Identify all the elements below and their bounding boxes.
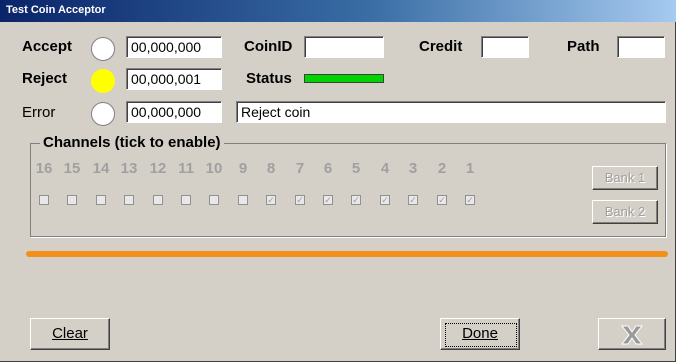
channel-checkbox-10[interactable] (209, 195, 219, 205)
channel-checkbox-15[interactable] (67, 195, 77, 205)
channel-checkbox-9[interactable] (238, 195, 248, 205)
channel-number-9: 9 (238, 160, 248, 177)
channel-checkbox-1[interactable]: ✓ (465, 195, 475, 205)
channel-checkbox-6[interactable]: ✓ (323, 195, 333, 205)
channel-checkbox-3[interactable]: ✓ (408, 195, 418, 205)
channel-checkbox-12[interactable] (153, 195, 163, 205)
channel-number-3: 3 (408, 160, 418, 177)
channel-number-15: 15 (63, 160, 81, 177)
path-field (617, 36, 665, 58)
x-icon (620, 325, 644, 345)
channel-number-5: 5 (351, 160, 361, 177)
channel-number-10: 10 (205, 160, 223, 177)
channel-number-4: 4 (380, 160, 390, 177)
accept-label: Accept (22, 38, 73, 55)
bank1-button[interactable]: Bank 1 (592, 166, 658, 190)
status-label: Status (246, 70, 292, 87)
channel-number-13: 13 (120, 160, 138, 177)
channels-group-title: Channels (tick to enable) (40, 134, 224, 151)
title-bar[interactable]: Test Coin Acceptor (0, 0, 676, 22)
error-label: Error (22, 104, 56, 121)
accept-count-field: 00,000,000 (126, 36, 222, 58)
channel-checkbox-13[interactable] (124, 195, 134, 205)
bank2-button[interactable]: Bank 2 (592, 200, 658, 224)
done-button[interactable]: Done (440, 318, 520, 350)
channel-checkbox-14[interactable] (96, 195, 106, 205)
channel-number-1: 1 (465, 160, 475, 177)
reject-label: Reject (22, 70, 68, 87)
channel-number-14: 14 (92, 160, 110, 177)
reject-lamp (91, 69, 115, 93)
error-count-field: 00,000,000 (126, 101, 222, 123)
path-label: Path (567, 38, 600, 55)
reject-count-field: 00,000,001 (126, 68, 222, 90)
channel-checkbox-7[interactable]: ✓ (295, 195, 305, 205)
progress-bar (26, 251, 668, 257)
accept-lamp (91, 37, 115, 61)
channel-number-7: 7 (295, 160, 305, 177)
channel-checkbox-2[interactable]: ✓ (437, 195, 447, 205)
channel-checkbox-8[interactable]: ✓ (266, 195, 276, 205)
test-coin-acceptor-window: Test Coin Acceptor Accept 00,000,000 Coi… (0, 0, 676, 362)
channel-checkbox-4[interactable]: ✓ (380, 195, 390, 205)
coinid-field (304, 36, 384, 58)
window-title: Test Coin Acceptor (6, 4, 106, 16)
credit-label: Credit (419, 38, 463, 55)
error-lamp (91, 102, 115, 126)
clear-button[interactable]: Clear (30, 318, 110, 350)
channel-checkbox-11[interactable] (181, 195, 191, 205)
channel-number-12: 12 (149, 160, 167, 177)
channel-number-2: 2 (437, 160, 447, 177)
channel-number-11: 11 (178, 160, 194, 177)
cancel-button[interactable] (598, 318, 666, 350)
message-field: Reject coin (236, 101, 666, 123)
channel-number-16: 16 (35, 160, 53, 177)
channel-number-6: 6 (323, 160, 333, 177)
status-indicator (304, 74, 384, 83)
channel-number-8: 8 (266, 160, 276, 177)
coinid-label: CoinID (244, 38, 293, 55)
clear-button-label: Clear (52, 325, 88, 342)
channels-group (30, 143, 666, 237)
channel-checkbox-5[interactable]: ✓ (351, 195, 361, 205)
done-button-label: Done (462, 325, 498, 342)
channel-checkbox-16[interactable] (39, 195, 49, 205)
credit-field (481, 36, 529, 58)
